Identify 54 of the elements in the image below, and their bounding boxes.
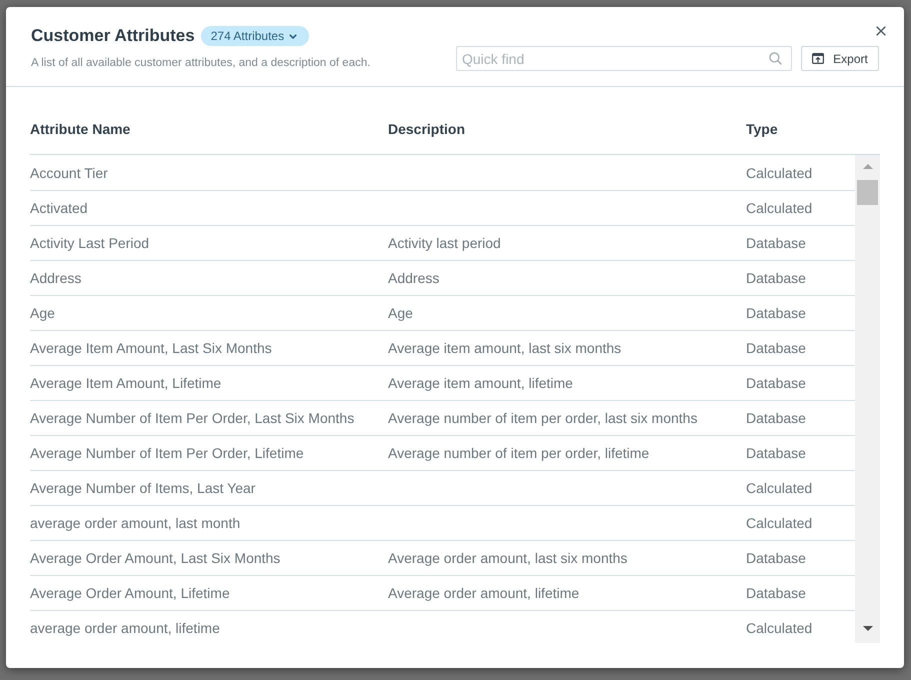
scrollbar-thumb[interactable]	[857, 180, 878, 205]
description-cell: Average order amount, last six months	[388, 550, 628, 566]
attribute-name-cell: Average Order Amount, Last Six Months	[30, 550, 280, 566]
description-cell: Average item amount, lifetime	[388, 375, 573, 391]
type-cell: Calculated	[746, 480, 812, 496]
description-cell: Average item amount, last six months	[388, 340, 622, 356]
attribute-name-cell: Average Number of Items, Last Year	[30, 480, 256, 496]
scroll-up-arrow-icon[interactable]	[862, 164, 872, 169]
attribute-name-cell: Address	[30, 270, 82, 286]
attribute-name-cell: Age	[30, 305, 55, 321]
type-cell: Calculated	[746, 164, 812, 180]
type-cell: Calculated	[746, 200, 812, 216]
attribute-name-cell: Activated	[30, 200, 88, 216]
type-cell: Calculated	[746, 515, 812, 531]
dialog-subtitle: A list of all available customer attributes, and a description of each.	[31, 56, 370, 71]
column-header: Attribute Name	[30, 121, 132, 137]
attribute-name-cell: Average Order Amount, Lifetime	[30, 585, 230, 601]
attribute-name-cell: Average Number of Item Per Order, Last Six Months	[30, 410, 354, 426]
description-cell: Average number of item per order, lifetime	[388, 445, 650, 461]
type-cell: Database	[746, 235, 806, 251]
attribute-name-cell: Account Tier	[30, 164, 108, 180]
description-cell: Average order amount, lifetime	[388, 585, 580, 601]
type-cell: Database	[746, 375, 806, 391]
count-badge[interactable]: 274 Attributes	[200, 26, 310, 46]
close-button[interactable]	[874, 24, 888, 38]
scroll-down-arrow-icon[interactable]	[862, 626, 872, 631]
type-cell: Database	[746, 340, 806, 356]
description-cell: Address	[388, 270, 440, 286]
attribute-name-cell: Average Item Amount, Last Six Months	[30, 340, 272, 356]
dialog-title: Customer Attributes	[31, 26, 195, 46]
type-cell: Calculated	[746, 620, 812, 636]
type-cell: Database	[746, 585, 806, 601]
attribute-name-cell: Average Item Amount, Lifetime	[30, 375, 222, 391]
export-button[interactable]: Export	[801, 46, 879, 71]
box-arrow-up-icon	[812, 53, 824, 64]
type-cell: Database	[746, 445, 806, 461]
close-icon	[876, 26, 886, 36]
type-cell: Database	[746, 270, 806, 286]
type-cell: Database	[746, 305, 806, 321]
scrollbar-track[interactable]	[855, 155, 880, 643]
description-cell: Average number of item per order, last six months	[388, 410, 698, 426]
search-field[interactable]: Quick find	[456, 46, 792, 71]
attribute-name-cell: Average Number of Item Per Order, Lifetime	[30, 445, 304, 461]
attribute-name-cell: Activity Last Period	[30, 235, 150, 251]
search-icon	[769, 52, 782, 65]
attribute-name-cell: average order amount, lifetime	[30, 620, 220, 636]
column-header: Description	[388, 121, 466, 137]
type-cell: Database	[746, 410, 806, 426]
column-header: Type	[746, 121, 779, 137]
description-cell: Activity last period	[388, 235, 501, 251]
attribute-name-cell: average order amount, last month	[30, 515, 240, 531]
type-cell: Database	[746, 550, 806, 566]
description-cell: Age	[388, 305, 413, 321]
chevron-down-icon	[289, 34, 298, 38]
